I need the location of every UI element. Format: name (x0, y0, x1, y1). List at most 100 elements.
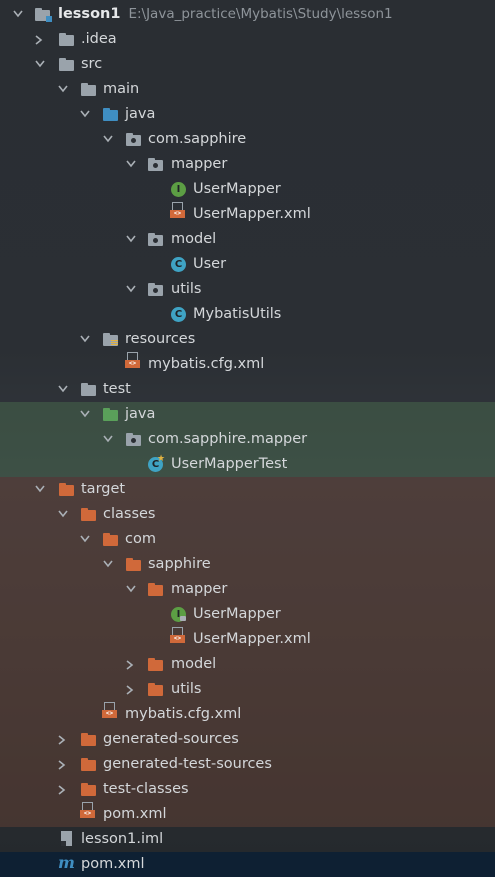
chevron-right-icon[interactable] (32, 27, 48, 52)
excluded-folder-icon (102, 531, 120, 548)
tree-item-label: MybatisUtils (193, 306, 282, 322)
chevron-right-icon[interactable] (55, 727, 71, 752)
resources-folder-icon (102, 331, 120, 348)
tree-item-main[interactable]: main (0, 77, 495, 102)
maven-icon: m (58, 853, 75, 872)
chevron-right-icon[interactable] (55, 752, 71, 777)
tree-item-label: com.sapphire.mapper (148, 431, 308, 447)
chevron-down-icon[interactable] (77, 527, 93, 552)
tree-item-target-mybatis-cfg[interactable]: <> mybatis.cfg.xml (0, 702, 495, 727)
folder-icon (58, 31, 76, 48)
chevron-down-icon[interactable] (123, 152, 139, 177)
chevron-right-icon[interactable] (55, 777, 71, 802)
tree-item-root[interactable]: lesson1 E:\Java_practice\Mybatis\Study\le… (0, 2, 495, 27)
chevron-down-icon[interactable] (123, 277, 139, 302)
chevron-right-icon[interactable] (123, 652, 139, 677)
tree-item-label: pom.xml (103, 806, 167, 822)
tree-item-sapphire[interactable]: sapphire (0, 552, 495, 577)
tree-item-user[interactable]: C User (0, 252, 495, 277)
tree-item-pom[interactable]: m pom.xml (0, 852, 495, 877)
tree-item-java-main[interactable]: java (0, 102, 495, 127)
tree-item-com[interactable]: com (0, 527, 495, 552)
package-icon (147, 156, 165, 173)
chevron-down-icon[interactable] (10, 2, 26, 27)
tree-item-target-usermapper[interactable]: I UserMapper (0, 602, 495, 627)
tree-item-target-usermapper-xml[interactable]: <> UserMapper.xml (0, 627, 495, 652)
tree-item-model[interactable]: model (0, 227, 495, 252)
folder-icon (58, 56, 76, 73)
chevron-down-icon[interactable] (55, 77, 71, 102)
tree-item-package-main[interactable]: com.sapphire (0, 127, 495, 152)
tree-item-mapper[interactable]: mapper (0, 152, 495, 177)
tree-item-utils[interactable]: utils (0, 277, 495, 302)
xml-file-icon: <> (102, 702, 117, 718)
tree-item-label: main (103, 81, 140, 97)
package-icon (147, 281, 165, 298)
tree-item-mybatis-cfg[interactable]: <> mybatis.cfg.xml (0, 352, 495, 377)
tree-item-mybatisutils[interactable]: C MybatisUtils (0, 302, 495, 327)
chevron-down-icon[interactable] (32, 477, 48, 502)
tree-item-label: com (125, 531, 156, 547)
chevron-down-icon[interactable] (123, 577, 139, 602)
folder-icon (80, 381, 98, 398)
xml-file-icon: <> (170, 627, 185, 643)
chevron-down-icon[interactable] (100, 552, 116, 577)
tree-item-java-test[interactable]: java (0, 402, 495, 427)
chevron-down-icon[interactable] (100, 127, 116, 152)
tree-item-test-classes[interactable]: test-classes (0, 777, 495, 802)
module-folder-icon (34, 6, 52, 23)
chevron-down-icon[interactable] (32, 52, 48, 77)
root-path: E:\Java_practice\Mybatis\Study\lesson1 (128, 6, 393, 22)
tree-item-usermapper-xml[interactable]: <> UserMapper.xml (0, 202, 495, 227)
chevron-down-icon[interactable] (123, 227, 139, 252)
chevron-down-icon[interactable] (77, 327, 93, 352)
tree-item-generated-test-sources[interactable]: generated-test-sources (0, 752, 495, 777)
tree-item-label: UserMapper (193, 181, 281, 197)
tree-item-target-mapper[interactable]: mapper (0, 577, 495, 602)
excluded-folder-icon (147, 581, 165, 598)
tree-item-usermappertest[interactable]: C ★ UserMapperTest (0, 452, 495, 477)
tree-item-label: sapphire (148, 556, 211, 572)
tree-item-target-utils[interactable]: utils (0, 677, 495, 702)
tree-item-src[interactable]: src (0, 52, 495, 77)
package-icon (125, 431, 143, 448)
chevron-down-icon[interactable] (100, 427, 116, 452)
chevron-down-icon[interactable] (55, 377, 71, 402)
xml-file-icon: <> (125, 352, 140, 368)
tree-item-usermapper[interactable]: I UserMapper (0, 177, 495, 202)
excluded-folder-icon (125, 556, 143, 573)
test-source-folder-icon (102, 406, 120, 423)
tree-item-label: com.sapphire (148, 131, 247, 147)
chevron-down-icon[interactable] (77, 102, 93, 127)
excluded-folder-icon (80, 731, 98, 748)
compiled-interface-icon: I (170, 606, 188, 623)
tree-item-label: classes (103, 506, 156, 522)
tree-item-target-model[interactable]: model (0, 652, 495, 677)
package-icon (147, 231, 165, 248)
tree-item-label: java (125, 106, 156, 122)
tree-item-label: UserMapperTest (171, 456, 288, 472)
tree-item-iml[interactable]: lesson1.iml (0, 827, 495, 852)
xml-file-icon: <> (80, 802, 95, 818)
chevron-right-icon[interactable] (123, 677, 139, 702)
tree-item-label: pom.xml (81, 856, 145, 872)
tree-item-classes[interactable]: classes (0, 502, 495, 527)
tree-item-target[interactable]: target (0, 477, 495, 502)
tree-item-label: UserMapper.xml (193, 631, 311, 647)
tree-item-label: .idea (81, 31, 117, 47)
project-tree: lesson1 E:\Java_practice\Mybatis\Study\le… (0, 0, 495, 877)
tree-item-resources[interactable]: resources (0, 327, 495, 352)
excluded-folder-icon (80, 756, 98, 773)
tree-item-test[interactable]: test (0, 377, 495, 402)
tree-item-generated-sources[interactable]: generated-sources (0, 727, 495, 752)
chevron-down-icon[interactable] (77, 402, 93, 427)
tree-item-label: lesson1.iml (81, 831, 164, 847)
tree-item-label: model (171, 656, 217, 672)
tree-item-package-test[interactable]: com.sapphire.mapper (0, 427, 495, 452)
tree-item-label: target (81, 481, 126, 497)
chevron-down-icon[interactable] (55, 502, 71, 527)
tree-item-idea[interactable]: .idea (0, 27, 495, 52)
tree-item-label: mapper (171, 581, 228, 597)
tree-item-target-pom[interactable]: <> pom.xml (0, 802, 495, 827)
tree-item-label: UserMapper (193, 606, 281, 622)
